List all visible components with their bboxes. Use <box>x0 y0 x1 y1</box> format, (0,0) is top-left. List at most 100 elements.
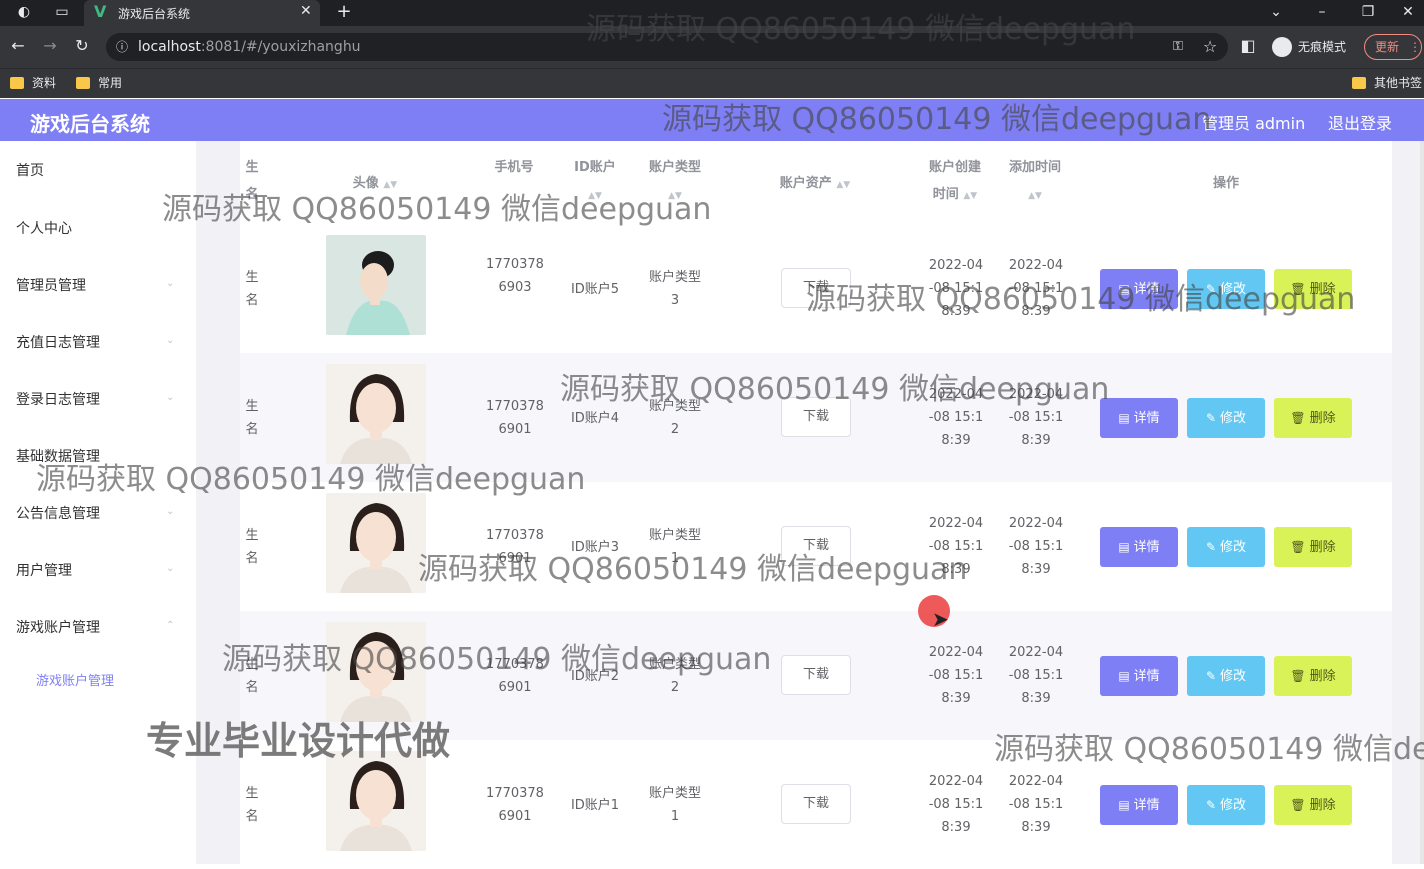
sidebar-item-game-accounts[interactable]: 游戏账户管理 <box>16 617 100 637</box>
tab-close-icon[interactable]: ✕ <box>300 3 312 19</box>
sort-icon[interactable]: ▲▼ <box>1028 191 1042 201</box>
forward-icon[interactable]: → <box>40 36 60 56</box>
column-header-type[interactable]: 账户类型 ▲▼ <box>640 154 710 210</box>
sidebar-subitem-game-accounts[interactable]: 游戏账户管理 <box>36 670 114 689</box>
detail-button[interactable]: ▤ 详情 <box>1100 527 1178 567</box>
side-panel-icon[interactable]: ◧ <box>1238 36 1258 56</box>
download-button[interactable]: 下载 <box>781 784 851 824</box>
site-info-icon[interactable]: ⓘ <box>112 37 132 57</box>
edit-button[interactable]: ✎ 修改 <box>1187 398 1265 438</box>
cell-added: 2022-04 -08 15:1 8:39 <box>996 770 1076 839</box>
download-button[interactable]: 下载 <box>781 655 851 695</box>
folder-icon <box>76 77 90 89</box>
sidebar-item-users[interactable]: 用户管理 <box>16 560 72 580</box>
delete-button[interactable]: 🗑 删除 <box>1274 656 1352 696</box>
browser-tab-bar: ◐ ▭ V 游戏后台系统 ✕ + ⌄ – ❐ ✕ <box>0 0 1424 26</box>
delete-label: 删除 <box>1309 540 1336 555</box>
sidebar-item-home[interactable]: 首页 <box>16 160 44 180</box>
sidebar-item-notice[interactable]: 公告信息管理 <box>16 503 100 523</box>
cell-created-2: -08 15:1 <box>928 410 984 425</box>
column-header-created-label: 账户创建 <box>928 160 981 175</box>
edit-button[interactable]: ✎ 修改 <box>1187 656 1265 696</box>
tab-title: 游戏后台系统 <box>118 7 191 21</box>
sidebar-item-recharge-log[interactable]: 充值日志管理 <box>16 332 100 352</box>
chevron-down-icon: ⌄ <box>166 563 175 574</box>
delete-button[interactable]: 🗑 删除 <box>1274 398 1352 438</box>
trash-icon: 🗑 <box>1290 411 1306 425</box>
download-button[interactable]: 下载 <box>781 397 851 437</box>
cell-created: 2022-04 -08 15:1 8:39 <box>916 770 996 839</box>
document-icon: ▤ <box>1118 798 1130 812</box>
chevron-up-icon: ⌃ <box>166 620 175 631</box>
address-bar[interactable]: ⓘ localhost:8081/#/youxizhanghu ⚿ ☆ <box>106 33 1228 61</box>
sort-icon[interactable]: ▲▼ <box>588 191 602 201</box>
incognito-indicator[interactable]: 无痕模式 <box>1270 35 1354 59</box>
column-header-added[interactable]: 添加时间 ▲▼ <box>1000 154 1070 210</box>
cell-type-label: 账户类型 <box>648 270 701 285</box>
cell-phone-line-2: 6901 <box>498 422 532 437</box>
restore-icon[interactable]: ❐ <box>1360 4 1376 20</box>
column-header-created-label-2: 时间 <box>932 187 959 202</box>
sidebar-item-profile[interactable]: 个人中心 <box>16 218 72 238</box>
sidebar-item-admin[interactable]: 管理员管理 <box>16 275 86 295</box>
bookmark-folder-2[interactable]: 常用 <box>76 75 122 91</box>
sidebar-item-base-data[interactable]: 基础数据管理 <box>16 446 100 466</box>
cell-type-value: 2 <box>670 422 680 437</box>
sort-icon[interactable]: ▲▼ <box>668 191 682 201</box>
delete-button[interactable]: 🗑 删除 <box>1274 269 1352 309</box>
cell-name: 生名 <box>245 270 259 308</box>
other-bookmarks[interactable]: 其他书签 <box>1352 75 1422 91</box>
edit-button[interactable]: ✎ 修改 <box>1187 269 1265 309</box>
browser-profile-icon[interactable]: ◐ <box>16 4 32 20</box>
tab-search-icon[interactable]: ▭ <box>54 4 70 20</box>
cell-phone: 1770378 6901 <box>475 653 555 699</box>
new-tab-icon[interactable]: + <box>336 3 352 21</box>
cell-type-value: 2 <box>670 680 680 695</box>
cell-name: 生名 <box>245 657 259 695</box>
back-icon[interactable]: ← <box>8 36 28 56</box>
delete-button[interactable]: 🗑 删除 <box>1274 785 1352 825</box>
edit-icon: ✎ <box>1205 798 1217 812</box>
sort-icon[interactable]: ▲▼ <box>836 180 850 190</box>
sort-icon[interactable]: ▲▼ <box>963 191 977 201</box>
logout-link[interactable]: 退出登录 <box>1328 110 1392 134</box>
column-header-id[interactable]: ID账户 ▲▼ <box>565 154 625 210</box>
cell-type: 账户类型 1 <box>635 524 715 570</box>
detail-button[interactable]: ▤ 详情 <box>1100 785 1178 825</box>
window-close-icon[interactable]: ✕ <box>1400 4 1416 20</box>
detail-button[interactable]: ▤ 详情 <box>1100 269 1178 309</box>
edit-button[interactable]: ✎ 修改 <box>1187 527 1265 567</box>
sidebar-item-login-log[interactable]: 登录日志管理 <box>16 389 100 409</box>
download-button[interactable]: 下载 <box>781 526 851 566</box>
detail-label: 详情 <box>1133 540 1160 555</box>
page-scrollbar[interactable] <box>1420 141 1424 864</box>
column-header-type-label: 账户类型 <box>648 160 701 175</box>
delete-button[interactable]: 🗑 删除 <box>1274 527 1352 567</box>
minimize-icon[interactable]: – <box>1314 4 1330 20</box>
cell-added-3: 8:39 <box>1021 691 1051 706</box>
sort-icon[interactable]: ▲▼ <box>383 180 397 190</box>
cell-phone-line-2: 6901 <box>498 680 532 695</box>
vue-favicon-icon: V <box>94 2 107 21</box>
column-header-created[interactable]: 账户创建时间 ▲▼ <box>920 154 990 210</box>
update-button[interactable]: 更新 ⋮ <box>1364 34 1422 60</box>
url-path: :8081/#/youxizhanghu <box>200 39 361 55</box>
cell-created: 2022-04 -08 15:1 8:39 <box>916 383 996 452</box>
column-header-avatar[interactable]: 头像 ▲▼ <box>340 170 410 199</box>
bookmark-folder-1[interactable]: 资料 <box>10 75 56 91</box>
cell-phone-line-2: 6901 <box>498 809 532 824</box>
edit-button[interactable]: ✎ 修改 <box>1187 785 1265 825</box>
detail-button[interactable]: ▤ 详情 <box>1100 656 1178 696</box>
download-button[interactable]: 下载 <box>781 268 851 308</box>
avatar <box>326 493 426 593</box>
cell-phone-line-1: 1770378 <box>486 528 544 543</box>
column-header-assets[interactable]: 账户资产 ▲▼ <box>765 170 865 199</box>
detail-button[interactable]: ▤ 详情 <box>1100 398 1178 438</box>
trash-icon: 🗑 <box>1290 282 1306 296</box>
key-icon[interactable]: ⚿ <box>1168 37 1188 57</box>
bookmark-star-icon[interactable]: ☆ <box>1200 37 1220 57</box>
tab-list-chevron-icon[interactable]: ⌄ <box>1268 4 1284 20</box>
trash-icon: 🗑 <box>1290 798 1306 812</box>
browser-tab[interactable]: V 游戏后台系统 ✕ <box>84 0 320 26</box>
reload-icon[interactable]: ↻ <box>72 36 92 56</box>
